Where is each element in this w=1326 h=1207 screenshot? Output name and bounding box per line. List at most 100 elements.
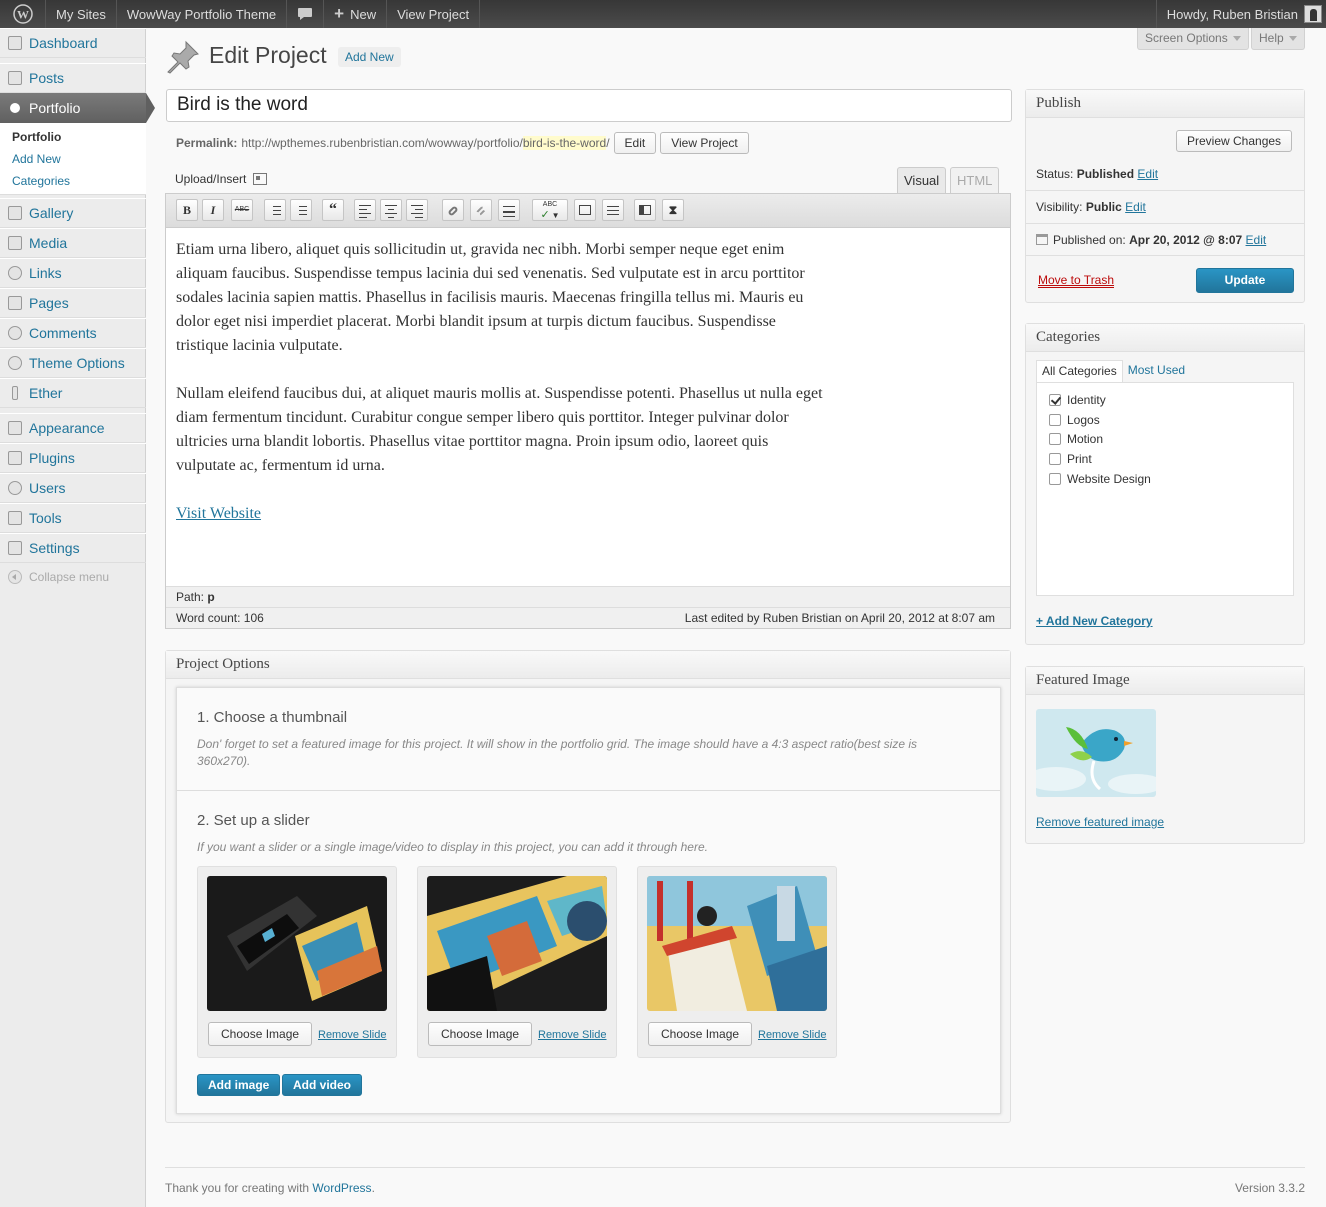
edit-visibility-link[interactable]: Edit [1125,200,1146,214]
wordpress-logo-icon[interactable]: W [0,0,46,28]
remove-slide-link[interactable]: Remove Slide [318,1029,386,1041]
category-print[interactable]: Print [1049,452,1092,466]
choose-image-button[interactable]: Choose Image [428,1022,533,1046]
category-checkbox[interactable] [1049,433,1061,445]
path-value[interactable]: p [207,590,214,604]
add-video-button[interactable]: Add video [282,1074,363,1096]
add-new-category-link[interactable]: + Add New Category [1036,614,1153,628]
sidebar-item-appearance[interactable]: Appearance [0,413,146,443]
divider [1026,223,1304,224]
category-checkbox[interactable] [1049,414,1061,426]
footer: Thank you for creating with WordPress. V… [165,1167,1305,1195]
tab-visual[interactable]: Visual [897,167,947,194]
kitchen-sink-icon[interactable] [602,199,624,221]
visit-website-link[interactable]: Visit Website [176,505,261,522]
category-checkbox[interactable] [1049,394,1061,406]
screen-options-button[interactable]: Screen Options [1137,28,1249,50]
remove-featured-image-link[interactable]: Remove featured image [1036,815,1164,829]
edit-status-link[interactable]: Edit [1137,167,1158,181]
editor-path-bar: Path: p [166,586,1010,607]
fullscreen-icon[interactable] [574,199,596,221]
publish-heading[interactable]: Publish [1026,90,1304,118]
submenu-item-categories[interactable]: Categories [12,174,70,188]
site-name-link[interactable]: WowWay Portfolio Theme [117,0,288,28]
unlink-icon[interactable] [470,199,492,221]
submenu-item-portfolio[interactable]: Portfolio [12,130,61,144]
category-checkbox[interactable] [1049,453,1061,465]
insert-more-icon[interactable] [498,199,520,221]
category-identity[interactable]: Identity [1049,393,1106,407]
view-project-button[interactable]: View Project [660,132,749,154]
layout-icon[interactable] [634,199,656,221]
sidebar-item-users[interactable]: Users [0,473,146,503]
blockquote-icon[interactable]: “ [322,199,344,221]
sidebar-item-settings[interactable]: Settings [0,533,146,563]
sidebar-item-tools[interactable]: Tools [0,503,146,533]
help-button[interactable]: Help [1251,28,1305,50]
post-title-input[interactable]: Bird is the word [166,89,1012,122]
edit-permalink-button[interactable]: Edit [613,132,657,154]
align-left-icon[interactable] [354,199,376,221]
version-text: Version 3.3.2 [1234,1181,1305,1195]
featured-image-box: Featured Image Remove featured image [1025,666,1305,844]
editor-content[interactable]: Etiam urna libero, aliquet quis sollicit… [176,238,826,550]
numbered-list-icon[interactable] [290,199,312,221]
preview-changes-button[interactable]: Preview Changes [1176,130,1293,152]
update-button[interactable]: Update [1196,268,1294,293]
insert-link-icon[interactable] [442,199,464,221]
spellcheck-icon[interactable]: ABC ✓ ▼ [532,199,568,221]
sidebar-item-portfolio[interactable]: Portfolio [0,93,155,123]
featured-image-heading[interactable]: Featured Image [1026,667,1304,695]
edit-date-link[interactable]: Edit [1246,233,1267,247]
published-value: Apr 20, 2012 @ 8:07 [1129,233,1243,247]
sidebar-item-comments[interactable]: Comments [0,318,146,348]
sidebar-item-label: Appearance [29,420,105,436]
categories-heading[interactable]: Categories [1026,324,1304,352]
new-content-link[interactable]: + New [324,0,388,28]
permalink-slug[interactable]: bird-is-the-word [522,136,607,150]
category-label: Identity [1067,393,1106,407]
users-icon [8,481,22,495]
sidebar-item-gallery[interactable]: Gallery [0,198,146,228]
sidebar-item-posts[interactable]: Posts [0,63,146,93]
step2-title: 2. Set up a slider [197,812,310,829]
sidebar-item-pages[interactable]: Pages [0,288,146,318]
featured-image-thumbnail[interactable] [1036,709,1156,797]
user-account-menu[interactable]: Howdy, Ruben Bristian [1155,0,1326,28]
sidebar-item-ether[interactable]: Ether [0,378,146,408]
choose-image-button[interactable]: Choose Image [648,1022,753,1046]
sidebar-item-links[interactable]: Links [0,258,146,288]
comments-link[interactable] [287,0,325,28]
collapse-menu-button[interactable]: Collapse menu [8,570,109,584]
sidebar-item-media[interactable]: Media [0,228,146,258]
category-motion[interactable]: Motion [1049,432,1103,446]
sidebar-item-theme-options[interactable]: Theme Options [0,348,146,378]
tab-most-used[interactable]: Most Used [1123,360,1190,382]
view-project-link[interactable]: View Project [387,0,481,28]
tab-all-categories[interactable]: All Categories [1036,360,1123,382]
sidebar-item-plugins[interactable]: Plugins [0,443,146,473]
tab-html[interactable]: HTML [950,167,1000,194]
submenu-item-add-new[interactable]: Add New [12,152,61,166]
upload-insert-link[interactable]: Upload/Insert [175,172,268,186]
align-right-icon[interactable] [406,199,428,221]
move-to-trash-link[interactable]: Move to Trash [1038,273,1115,288]
add-image-button[interactable]: Add image [197,1074,281,1096]
category-logos[interactable]: Logos [1049,413,1100,427]
add-new-button[interactable]: Add New [338,47,401,67]
choose-image-button[interactable]: Choose Image [208,1022,313,1046]
strikethrough-icon[interactable]: ABC [231,199,253,221]
remove-slide-link[interactable]: Remove Slide [758,1029,826,1041]
bold-icon[interactable]: B [176,199,198,221]
align-center-icon[interactable] [380,199,402,221]
project-options-heading[interactable]: Project Options [166,651,1010,679]
category-checkbox[interactable] [1049,473,1061,485]
italic-icon[interactable]: I [202,199,224,221]
ether-builder-icon[interactable]: ⧗ [662,199,684,221]
category-website-design[interactable]: Website Design [1049,472,1151,486]
sidebar-item-dashboard[interactable]: Dashboard [0,28,146,58]
bullet-list-icon[interactable] [264,199,286,221]
my-sites-link[interactable]: My Sites [46,0,117,28]
wordpress-link[interactable]: WordPress [312,1181,371,1195]
remove-slide-link[interactable]: Remove Slide [538,1029,606,1041]
